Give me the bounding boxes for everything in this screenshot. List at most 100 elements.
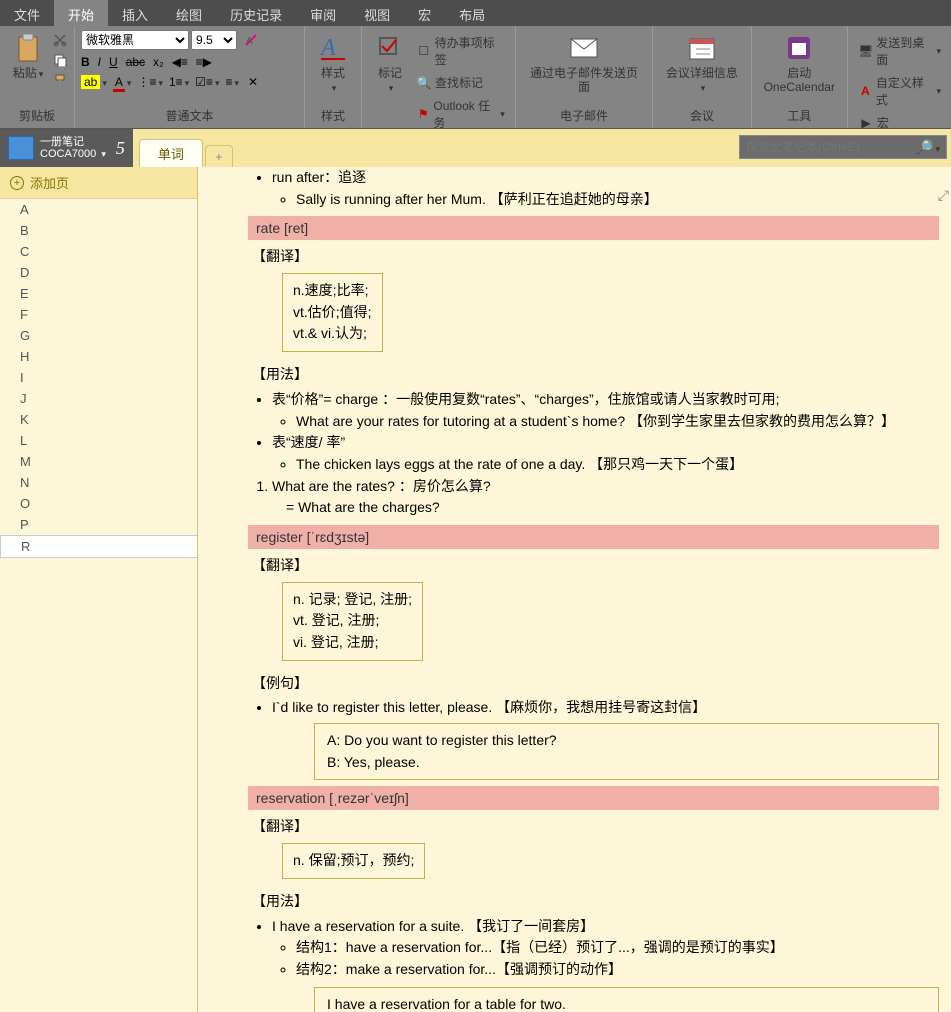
page-content[interactable]: ⤢ run after：追逐 Sally is running after he… — [198, 167, 951, 1012]
heading-reservation: reservation [ˌrezərˈveɪʃn] — [248, 786, 939, 810]
outdent-button[interactable]: ◀≡ — [172, 54, 188, 70]
menu-bar: 文件 开始 插入 绘图 历史记录 审阅 视图 宏 布局 — [0, 0, 951, 26]
search-box[interactable]: 🔎▾ — [739, 135, 947, 159]
tags-button[interactable]: 标记▾ — [368, 28, 412, 99]
paste-label: 粘贴 — [13, 66, 37, 80]
register-ex1: I`d like to register this letter, please… — [272, 697, 939, 719]
bullets-button[interactable]: ⋮≡▾ — [137, 75, 163, 89]
clipboard-icon — [12, 32, 44, 64]
copy-icon[interactable] — [52, 52, 68, 68]
send-to-desktop-button[interactable]: 🖥发送到桌面▾ — [854, 32, 945, 70]
ribbon-group-onetastic: 🖥发送到桌面▾ A自定义样式▾ ▶宏 Onetastic — [848, 26, 951, 128]
intro-sub: Sally is running after her Mum. 【萨利正在追赶她… — [296, 189, 939, 211]
page-item-O[interactable]: O — [0, 493, 197, 514]
main-area: + 添加页 ABCDEFGHIJKLMNOPR ⤢ run after：追逐 S… — [0, 167, 951, 1012]
page-item-A[interactable]: A — [0, 199, 197, 220]
menu-draw[interactable]: 绘图 — [162, 0, 216, 26]
paste-button[interactable]: 粘贴▾ — [6, 28, 50, 84]
add-page-button[interactable]: + 添加页 — [0, 167, 197, 199]
menu-file[interactable]: 文件 — [0, 0, 54, 26]
add-section-button[interactable]: + — [205, 145, 233, 167]
email-page-button[interactable]: 通过电子邮件发送页面 — [522, 28, 646, 99]
notebook-selector[interactable]: 一册笔记 COCA7000 ▾ 5 — [0, 129, 133, 167]
calendar-icon — [686, 32, 718, 64]
outlook-tasks-button[interactable]: ⚑Outlook 任务▾ — [412, 95, 509, 133]
bold-button[interactable]: B — [81, 55, 90, 69]
clear-icon[interactable]: ✕ — [245, 74, 261, 90]
subscript-button[interactable]: x₂ — [153, 55, 164, 69]
ribbon-group-clipboard: 粘贴▾ 剪贴板 — [0, 26, 75, 128]
todo-tag-button[interactable]: ☐待办事项标签 — [412, 32, 509, 70]
page-item-F[interactable]: F — [0, 304, 197, 325]
rate-usage-label: 【用法】 — [252, 364, 939, 386]
styles-group-label: 样式 — [311, 105, 355, 128]
menu-review[interactable]: 审阅 — [296, 0, 350, 26]
font-name-select[interactable]: 微软雅黑 — [81, 30, 189, 50]
format-painter-icon[interactable] — [52, 72, 68, 88]
menu-insert[interactable]: 插入 — [108, 0, 162, 26]
menu-home[interactable]: 开始 — [54, 0, 108, 26]
section-tab-words[interactable]: 单词 — [139, 139, 203, 167]
find-tags-button[interactable]: 🔍查找标记 — [412, 72, 509, 93]
onecalendar-icon — [783, 32, 815, 64]
ribbon-group-text: 微软雅黑 9.5 A B I U abc x₂ ◀≡ ≡▶ ab▾ A▾ ⋮≡▾ — [75, 26, 305, 128]
font-color-button[interactable]: A▾ — [113, 75, 132, 89]
custom-styles-button[interactable]: A自定义样式▾ — [854, 72, 945, 110]
styles-button[interactable]: A 样式▾ — [311, 28, 355, 99]
meeting-details-button[interactable]: 会议详细信息▾ — [659, 28, 744, 99]
section-tabs: 单词 + 🔎▾ — [133, 129, 951, 167]
page-item-C[interactable]: C — [0, 241, 197, 262]
page-item-B[interactable]: B — [0, 220, 197, 241]
tag-icon — [374, 32, 406, 64]
reservation-u1: I have a reservation for a suite. 【我订了一间… — [272, 916, 939, 938]
rate-u1-sub: What are your rates for tutoring at a st… — [296, 411, 939, 433]
page-item-G[interactable]: G — [0, 325, 197, 346]
checklist-button[interactable]: ☑≡▾ — [195, 75, 219, 89]
notebook-icon — [8, 136, 34, 160]
page-item-N[interactable]: N — [0, 472, 197, 493]
cut-icon[interactable] — [52, 32, 68, 48]
rate-u2-sub: The chicken lays eggs at the rate of one… — [296, 454, 939, 476]
rate-q1: What are the rates? ：房价怎么算? — [272, 476, 939, 498]
menu-layout[interactable]: 布局 — [445, 0, 499, 26]
page-item-H[interactable]: H — [0, 346, 197, 367]
align-button[interactable]: ≡▾ — [226, 75, 240, 89]
menu-view[interactable]: 视图 — [350, 0, 404, 26]
rate-u2: 表“速度/ 率” — [272, 432, 939, 454]
launch-onecalendar-button[interactable]: 启动OneCalendar — [758, 28, 841, 99]
search-input[interactable] — [746, 140, 916, 154]
menu-history[interactable]: 历史记录 — [216, 0, 296, 26]
page-item-I[interactable]: I — [0, 367, 197, 388]
search-icon[interactable]: 🔎▾ — [916, 139, 940, 156]
email-label: 通过电子邮件发送页面 — [528, 66, 640, 95]
underline-button[interactable]: U — [109, 55, 118, 69]
style-a-icon: A — [858, 83, 873, 99]
menu-macro[interactable]: 宏 — [404, 0, 445, 26]
reservation-usage-label: 【用法】 — [252, 891, 939, 913]
svg-text:A: A — [246, 36, 253, 47]
page-item-M[interactable]: M — [0, 451, 197, 472]
font-size-select[interactable]: 9.5 — [191, 30, 237, 50]
reservation-u1b: 结构2：make a reservation for...【强调预订的动作】 — [296, 959, 939, 981]
reservation-trans-label: 【翻译】 — [252, 816, 939, 838]
strike-button[interactable]: abc — [126, 55, 145, 69]
clear-format-icon[interactable]: A — [243, 32, 259, 48]
numbering-button[interactable]: 1≡▾ — [169, 75, 189, 89]
italic-button[interactable]: I — [98, 55, 101, 69]
indent-button[interactable]: ≡▶ — [196, 54, 212, 70]
page-item-E[interactable]: E — [0, 283, 197, 304]
notebook-count: 5 — [116, 138, 125, 159]
reservation-u1a: 结构1：have a reservation for...【指（已经）预订了..… — [296, 937, 939, 959]
page-item-L[interactable]: L — [0, 430, 197, 451]
meeting-group-label: 会议 — [659, 105, 744, 128]
highlight-button[interactable]: ab▾ — [81, 75, 107, 89]
expand-icon[interactable]: ⤢ — [938, 187, 949, 204]
page-item-D[interactable]: D — [0, 262, 197, 283]
page-item-J[interactable]: J — [0, 388, 197, 409]
page-item-K[interactable]: K — [0, 409, 197, 430]
page-item-P[interactable]: P — [0, 514, 197, 535]
register-ex-label: 【例句】 — [252, 673, 939, 695]
ribbon-group-styles: A 样式▾ 样式 — [305, 26, 362, 128]
styles-icon: A — [317, 32, 349, 64]
page-item-R[interactable]: R — [0, 535, 197, 558]
